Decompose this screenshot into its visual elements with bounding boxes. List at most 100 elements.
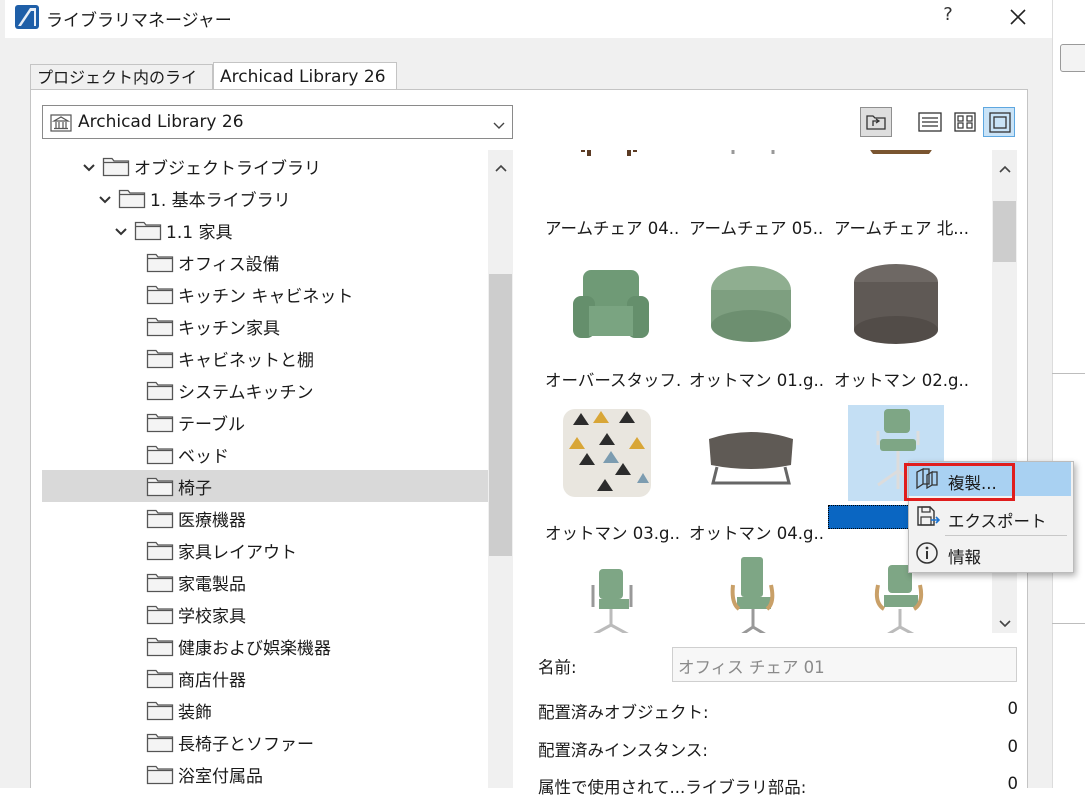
tree-item-label: 健康および娯楽機器 (178, 639, 331, 659)
tree-scrollbar-thumb[interactable] (489, 274, 512, 556)
tree-item[interactable]: テーブル (42, 406, 488, 438)
info-icon (914, 540, 940, 566)
chevron-down-icon[interactable] (114, 223, 128, 236)
folder-icon (146, 507, 174, 529)
folder-up-icon (866, 115, 886, 130)
tree-item[interactable]: 椅子 (42, 470, 488, 502)
placed-objects-value: 0 (1007, 699, 1019, 718)
export-icon (914, 503, 941, 529)
folder-icon (146, 539, 174, 561)
ottoman-pattern-icon (559, 405, 655, 501)
used-in-attributes-label: 属性で使用されて...ライブラリ部品: (538, 778, 807, 797)
ottoman-gray-icon (848, 252, 944, 348)
chevron-down-icon[interactable] (998, 614, 1012, 628)
tree-item-label: 浴室付属品 (178, 767, 263, 787)
grid-item[interactable]: アームチェア 05... (681, 150, 825, 246)
help-button[interactable]: ? (934, 4, 962, 30)
folder-icon (146, 763, 174, 785)
tree-item[interactable]: 家具レイアウト (42, 534, 488, 566)
folder-icon (146, 315, 174, 337)
grid-item[interactable] (681, 555, 821, 633)
placed-objects-label: 配置済みオブジェクト: (538, 703, 709, 722)
tree-item[interactable]: オブジェクトライブラリ (42, 150, 488, 182)
library-path-value: Archicad Library 26 (78, 112, 244, 132)
tree-item[interactable]: 長椅子とソファー (42, 726, 488, 758)
tree-item[interactable]: システムキッチン (42, 374, 488, 406)
menu-item-label: 情報 (948, 548, 981, 567)
tree-item-label: キッチン キャビネット (178, 287, 354, 307)
tree-item-label: 1.1 家具 (166, 223, 233, 243)
folder-icon (146, 443, 174, 465)
tree-item[interactable]: 医療機器 (42, 502, 488, 534)
tree-item-label: 1. 基本ライブラリ (150, 191, 291, 211)
grid-item[interactable]: アームチェア 04... (537, 150, 681, 246)
folder-icon (146, 731, 174, 753)
chevron-up-icon[interactable] (494, 158, 508, 172)
name-label: 名前: (538, 658, 577, 677)
grid-item[interactable] (537, 555, 677, 633)
folder-icon (146, 411, 174, 433)
armchair-red-icon (703, 150, 799, 196)
tab-project-library[interactable]: プロジェクト内のライブラリ (30, 64, 213, 113)
tree-item[interactable]: 商店什器 (42, 662, 488, 694)
grid-item[interactable]: アームチェア 北... (826, 150, 969, 246)
folder-icon (146, 667, 174, 689)
chevron-up-icon[interactable] (998, 159, 1012, 173)
close-icon (1010, 9, 1026, 25)
folder-up-button[interactable] (860, 107, 892, 137)
ottoman-green-icon (703, 252, 799, 348)
tree-item[interactable]: キッチン家具 (42, 310, 488, 342)
tree-item-label: 学校家具 (178, 607, 246, 627)
chevron-down-icon[interactable] (98, 191, 112, 204)
ottoman-bench-icon (703, 405, 799, 501)
large-icons-view-button[interactable] (983, 107, 1015, 137)
tab-archicad-library[interactable]: Archicad Library 26 (213, 62, 397, 90)
tree-item-label: オブジェクトライブラリ (134, 159, 321, 179)
placed-instances-label: 配置済みインスタンス: (538, 741, 708, 760)
tree-item[interactable]: ベッド (42, 438, 488, 470)
tree-item-label: 装飾 (178, 703, 212, 723)
grid-item-label: アームチェア 北... (834, 219, 969, 238)
large-view-icon (989, 112, 1011, 133)
folder-icon (146, 379, 174, 401)
grid-item[interactable]: オットマン 03.g... (537, 405, 681, 551)
tree-item-label: 家電製品 (178, 575, 246, 595)
tree-item-label: 長椅子とソファー (178, 735, 314, 755)
folder-icon (102, 155, 130, 177)
folder-icon (134, 219, 162, 241)
tree-item[interactable]: オフィス設備 (42, 246, 488, 278)
grid-item[interactable]: オーバースタッフ... (537, 252, 681, 398)
list-view-button[interactable] (914, 107, 946, 137)
office-chair-3-icon (703, 555, 799, 633)
tree-item[interactable]: 健康および娯楽機器 (42, 630, 488, 662)
folder-icon (146, 475, 174, 497)
chevron-down-icon[interactable] (82, 159, 96, 172)
tree-item-label: 家具レイアウト (178, 543, 297, 563)
grid-item-label: オットマン 02.g... (834, 371, 970, 390)
tree-item[interactable]: キッチン キャビネット (42, 278, 488, 310)
grid-item[interactable]: オットマン 02.g... (826, 252, 970, 398)
tree-item[interactable]: 家電製品 (42, 566, 488, 598)
tree-item[interactable]: 浴室付属品 (42, 758, 488, 788)
placed-instances-value: 0 (1007, 737, 1019, 756)
folder-icon (146, 283, 174, 305)
folder-icon (118, 187, 146, 209)
tree-item[interactable]: 装飾 (42, 694, 488, 726)
selected-item-highlight (828, 505, 912, 529)
small-icons-view-button[interactable] (949, 107, 981, 137)
tree-item[interactable]: 1. 基本ライブラリ (42, 182, 488, 214)
grid-item[interactable]: オットマン 04.g... (681, 405, 825, 551)
folder-tree[interactable]: オブジェクトライブラリ 1. 基本ライブラリ 1.1 家具オフィス設備キッチン キャ… (42, 150, 513, 788)
grid-item-label: オットマン 01.g... (689, 371, 825, 390)
tree-item[interactable]: 1.1 家具 (42, 214, 488, 246)
grid-item-label: アームチェア 04... (545, 219, 681, 238)
annotation-red-box (904, 463, 1015, 501)
armchair-wood-gray-icon (559, 150, 655, 196)
close-button[interactable] (1004, 4, 1032, 30)
menu-item-label: エクスポート (948, 512, 1047, 531)
tree-item[interactable]: キャビネットと棚 (42, 342, 488, 374)
tree-item[interactable]: 学校家具 (42, 598, 488, 630)
grid-scrollbar-thumb[interactable] (993, 201, 1016, 262)
list-view-icon (918, 112, 942, 132)
grid-item[interactable]: オットマン 01.g... (681, 252, 825, 398)
